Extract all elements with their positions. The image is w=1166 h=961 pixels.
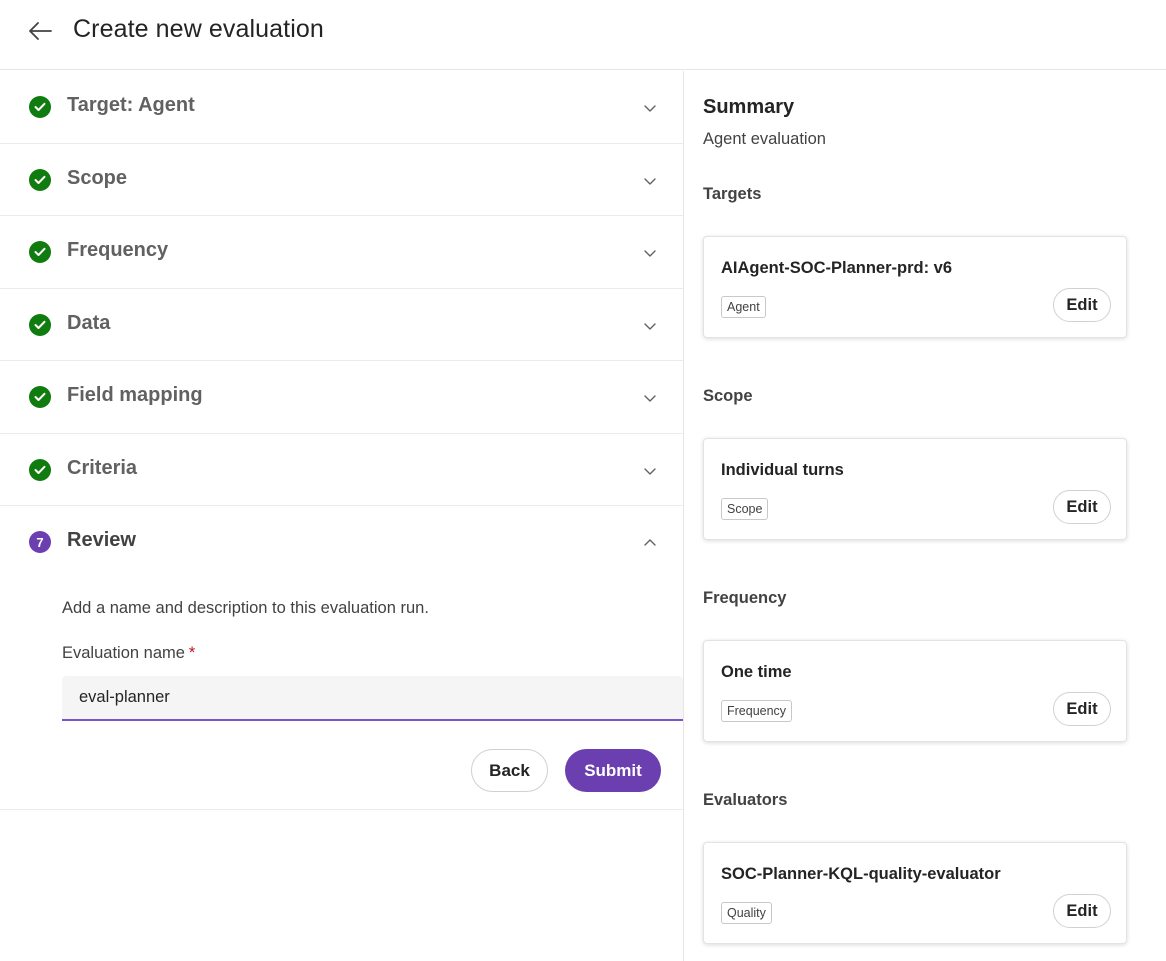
chevron-up-icon — [644, 539, 656, 546]
edit-evaluators-button[interactable]: Edit — [1053, 894, 1111, 928]
submit-button[interactable]: Submit — [565, 749, 661, 792]
step-label: Review — [67, 529, 136, 551]
step-review-header[interactable]: 7 Review — [0, 506, 683, 578]
checkmark-circle-icon — [29, 386, 51, 408]
back-button[interactable]: Back — [471, 749, 548, 792]
evaluation-name-input[interactable] — [62, 676, 683, 721]
page-header: Create new evaluation — [0, 0, 1166, 70]
card-title: SOC-Planner-KQL-quality-evaluator — [721, 865, 1001, 883]
chevron-down-icon — [644, 105, 656, 112]
card-tag: Frequency — [721, 700, 793, 722]
required-asterisk: * — [188, 644, 196, 662]
step-label: Scope — [67, 166, 128, 189]
chevron-down-icon — [644, 250, 656, 257]
field-label-text: Evaluation name — [62, 644, 185, 662]
summary-section-targets-label: Targets — [703, 185, 762, 203]
step-target[interactable]: Target: Agent — [0, 71, 683, 144]
summary-section-evaluators-label: Evaluators — [703, 791, 788, 809]
step-scope[interactable]: Scope — [0, 144, 683, 216]
step-label: Criteria — [67, 456, 138, 479]
card-tag: Agent — [721, 296, 766, 318]
summary-card-evaluators: SOC-Planner-KQL-quality-evaluator Qualit… — [703, 842, 1127, 944]
chevron-down-icon — [644, 177, 656, 185]
checkmark-circle-icon — [29, 168, 51, 191]
checkmark-circle-icon — [29, 458, 51, 481]
arrow-left-icon — [29, 22, 52, 40]
card-title: One time — [721, 663, 792, 681]
edit-frequency-button[interactable]: Edit — [1053, 692, 1111, 726]
summary-card-scope: Individual turns Scope Edit — [703, 438, 1127, 540]
chevron-down-icon — [644, 322, 656, 330]
card-tag: Scope — [721, 498, 769, 520]
summary-card-frequency: One time Frequency Edit — [703, 640, 1127, 742]
step-review: 7 Review Add a name and description to t… — [0, 506, 683, 810]
step-label: Frequency — [67, 239, 169, 261]
summary-section-frequency-label: Frequency — [703, 589, 787, 607]
review-description: Add a name and description to this evalu… — [62, 599, 429, 617]
checkmark-circle-icon — [29, 313, 51, 336]
summary-section-scope-label: Scope — [703, 387, 753, 405]
checkmark-circle-icon — [29, 241, 51, 263]
summary-card-targets: AIAgent-SOC-Planner-prd: v6 Agent Edit — [703, 236, 1127, 338]
chevron-down-icon — [644, 467, 656, 475]
back-arrow-button[interactable] — [24, 17, 56, 45]
summary-subtitle: Agent evaluation — [703, 130, 826, 148]
step-number-badge: 7 — [29, 531, 51, 553]
step-label: Field mapping — [67, 384, 203, 406]
step-label: Data — [67, 311, 111, 334]
edit-scope-button[interactable]: Edit — [1053, 490, 1111, 524]
edit-targets-button[interactable]: Edit — [1053, 288, 1111, 322]
chevron-down-icon — [644, 395, 656, 402]
card-title: Individual turns — [721, 461, 844, 479]
step-data[interactable]: Data — [0, 289, 683, 361]
step-label: Target: Agent — [67, 94, 195, 116]
step-criteria[interactable]: Criteria — [0, 434, 683, 506]
card-title: AIAgent-SOC-Planner-prd: v6 — [721, 259, 953, 277]
page-title: Create new evaluation — [73, 15, 324, 43]
step-frequency[interactable]: Frequency — [0, 216, 683, 289]
card-tag: Quality — [721, 902, 772, 924]
step-field-mapping[interactable]: Field mapping — [0, 361, 683, 434]
wizard-steps: Target: Agent Scope Frequency Data Field… — [0, 71, 684, 961]
evaluation-name-label: Evaluation name * — [62, 644, 195, 663]
checkmark-circle-icon — [29, 96, 51, 118]
summary-title: Summary — [703, 96, 795, 118]
